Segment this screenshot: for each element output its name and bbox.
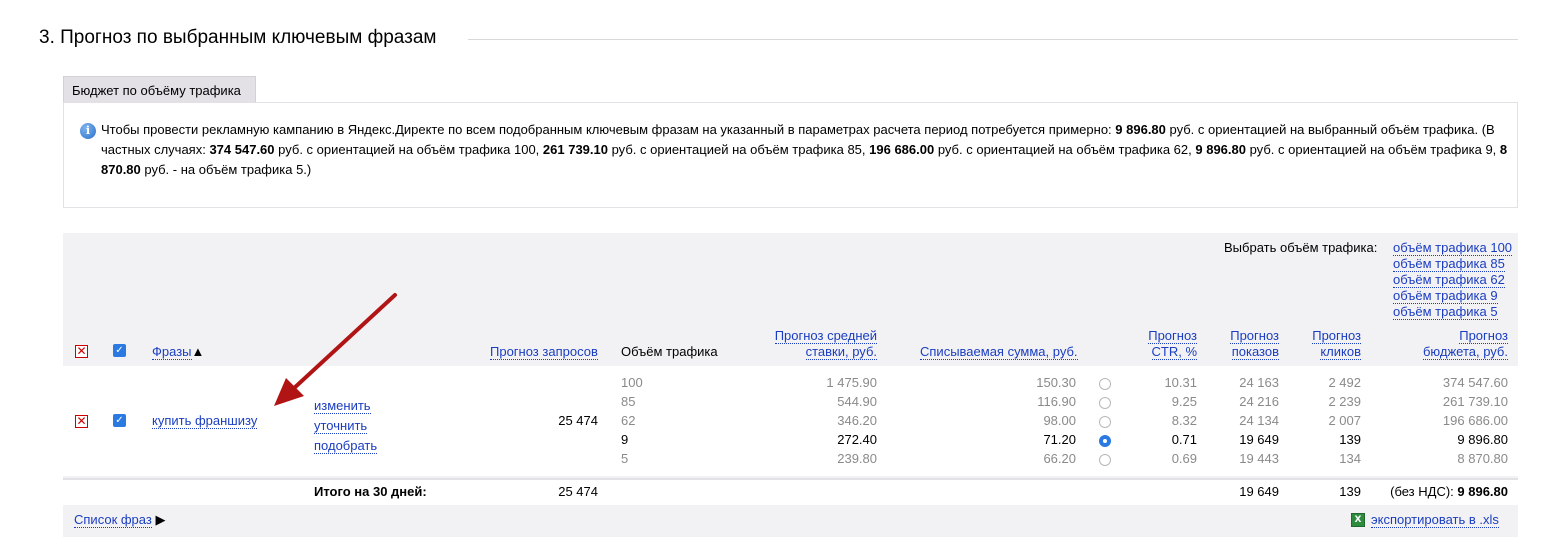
clicks-value: 2 492 xyxy=(1328,375,1361,390)
header-ctr[interactable]: Прогноз CTR, % xyxy=(1120,328,1197,360)
excel-icon: X xyxy=(1351,513,1365,527)
header-budget[interactable]: Прогноз бюджета, руб. xyxy=(1360,328,1508,360)
ctr-value: 10.31 xyxy=(1164,375,1197,390)
play-icon: ▶ xyxy=(155,512,166,527)
budget-value: 196 686.00 xyxy=(1442,413,1508,428)
budget-value: 9 896.80 xyxy=(1457,432,1508,447)
traffic-select-options: объём трафика 100 объём трафика 85 объём… xyxy=(1393,240,1513,320)
sort-asc-icon: ▲ xyxy=(191,344,205,359)
traffic-option-9[interactable]: объём трафика 9 xyxy=(1393,288,1498,304)
phrase-checkbox[interactable]: ✓ xyxy=(113,414,126,427)
traffic-radio[interactable] xyxy=(1099,454,1111,466)
traffic-level: 5 xyxy=(621,451,629,466)
header-avg-bid[interactable]: Прогноз средней ставки, руб. xyxy=(740,328,877,360)
delete-all-checkbox[interactable]: ✕ xyxy=(75,345,88,358)
charge-amount: 71.20 xyxy=(1043,432,1076,447)
traffic-select-label: Выбрать объём трафика: xyxy=(1224,240,1378,255)
shows-value: 24 216 xyxy=(1239,394,1279,409)
ctr-value: 0.69 xyxy=(1171,451,1197,466)
traffic-level: 9 xyxy=(621,432,629,447)
charge-amount: 98.00 xyxy=(1043,413,1076,428)
traffic-option-62[interactable]: объём трафика 62 xyxy=(1393,272,1505,288)
ctr-value: 9.25 xyxy=(1171,394,1197,409)
header-requests[interactable]: Прогноз запросов xyxy=(490,344,598,360)
refine-phrase-link[interactable]: уточнить xyxy=(314,418,368,434)
header-phrases[interactable]: Фразы▲ xyxy=(152,344,205,360)
traffic-radio[interactable] xyxy=(1099,416,1111,428)
select-all-checkbox[interactable]: ✓ xyxy=(113,344,126,357)
avg-bid: 346.20 xyxy=(837,413,877,428)
section-title: 3. Прогноз по выбранным ключевым фразам xyxy=(39,27,437,48)
charge-amount: 116.90 xyxy=(1037,394,1076,409)
phrase-requests: 25 474 xyxy=(558,413,598,428)
clicks-value: 134 xyxy=(1339,451,1361,466)
budget-info-text: Чтобы провести рекламную кампанию в Янде… xyxy=(101,122,1508,177)
info-icon: i xyxy=(80,123,96,139)
total-label: Итого на 30 дней: xyxy=(314,484,427,499)
traffic-option-5[interactable]: объём трафика 5 xyxy=(1393,304,1498,320)
pick-phrase-link[interactable]: подобрать xyxy=(314,438,378,454)
shows-value: 24 134 xyxy=(1239,413,1279,428)
clicks-value: 139 xyxy=(1339,432,1361,447)
budget-value: 374 547.60 xyxy=(1442,375,1508,390)
traffic-level: 62 xyxy=(621,413,636,428)
charge-amount: 66.20 xyxy=(1043,451,1076,466)
shows-value: 19 649 xyxy=(1239,432,1279,447)
export-xls-link[interactable]: экспортировать в .xls xyxy=(1371,512,1499,528)
phrase-text[interactable]: купить франшизу xyxy=(152,413,258,429)
header-shows[interactable]: Прогноз показов xyxy=(1200,328,1279,360)
total-budget: (без НДС): 9 896.80 xyxy=(1390,484,1508,499)
phrase-list-toggle[interactable]: Список фраз ▶ xyxy=(74,512,165,528)
header-clicks[interactable]: Прогноз кликов xyxy=(1282,328,1361,360)
budget-value: 8 870.80 xyxy=(1457,451,1508,466)
traffic-radio[interactable] xyxy=(1099,435,1111,447)
header-traffic: Объём трафика xyxy=(621,344,718,359)
title-divider xyxy=(468,39,1518,40)
annotation-arrow xyxy=(274,293,397,406)
ctr-value: 8.32 xyxy=(1171,413,1197,428)
charge-amount: 150.30 xyxy=(1036,375,1076,390)
traffic-option-100[interactable]: объём трафика 100 xyxy=(1393,240,1513,256)
total-shows: 19 649 xyxy=(1239,484,1279,499)
delete-phrase-checkbox[interactable]: ✕ xyxy=(75,415,88,428)
avg-bid: 272.40 xyxy=(837,432,877,447)
budget-tab[interactable]: Бюджет по объёму трафика xyxy=(63,76,256,103)
traffic-radio[interactable] xyxy=(1099,397,1111,409)
budget-value: 261 739.10 xyxy=(1442,394,1508,409)
traffic-level: 100 xyxy=(621,375,643,390)
traffic-radio[interactable] xyxy=(1099,378,1111,390)
clicks-value: 2 007 xyxy=(1328,413,1361,428)
avg-bid: 239.80 xyxy=(837,451,877,466)
avg-bid: 544.90 xyxy=(837,394,877,409)
ctr-value: 0.71 xyxy=(1171,432,1197,447)
traffic-level: 85 xyxy=(621,394,636,409)
avg-bid: 1 475.90 xyxy=(826,375,877,390)
shows-value: 24 163 xyxy=(1239,375,1279,390)
total-requests: 25 474 xyxy=(558,484,598,499)
header-charge[interactable]: Списываемая сумма, руб. xyxy=(920,344,1078,360)
traffic-option-85[interactable]: объём трафика 85 xyxy=(1393,256,1505,272)
shows-value: 19 443 xyxy=(1239,451,1279,466)
clicks-value: 2 239 xyxy=(1328,394,1361,409)
